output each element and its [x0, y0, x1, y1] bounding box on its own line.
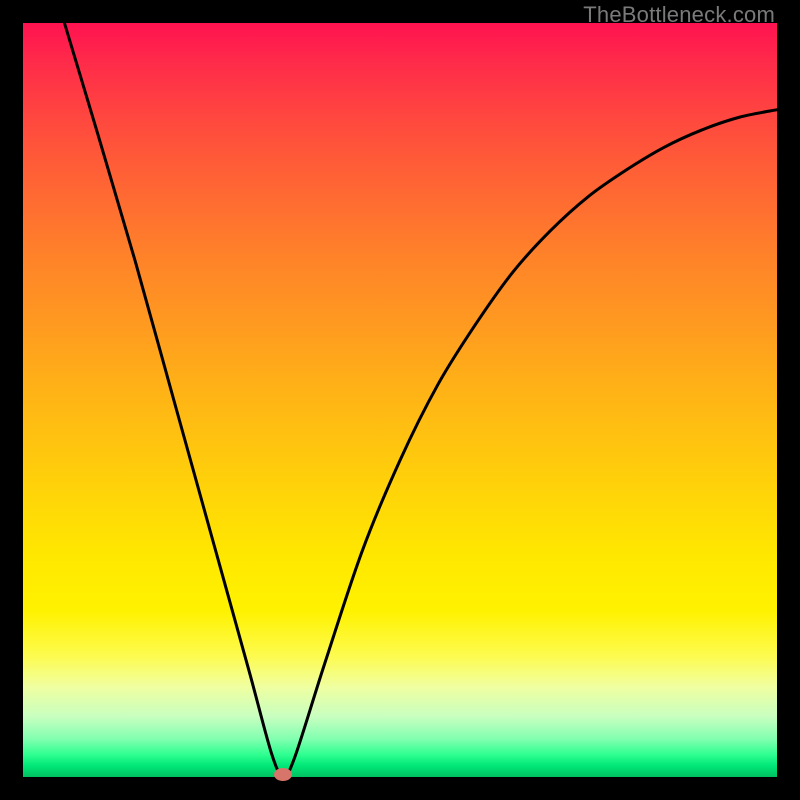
- chart-container: TheBottleneck.com: [0, 0, 800, 800]
- curve-svg: [23, 23, 777, 777]
- watermark-text: TheBottleneck.com: [583, 2, 775, 28]
- optimum-marker: [274, 768, 292, 781]
- bottleneck-curve: [64, 23, 777, 776]
